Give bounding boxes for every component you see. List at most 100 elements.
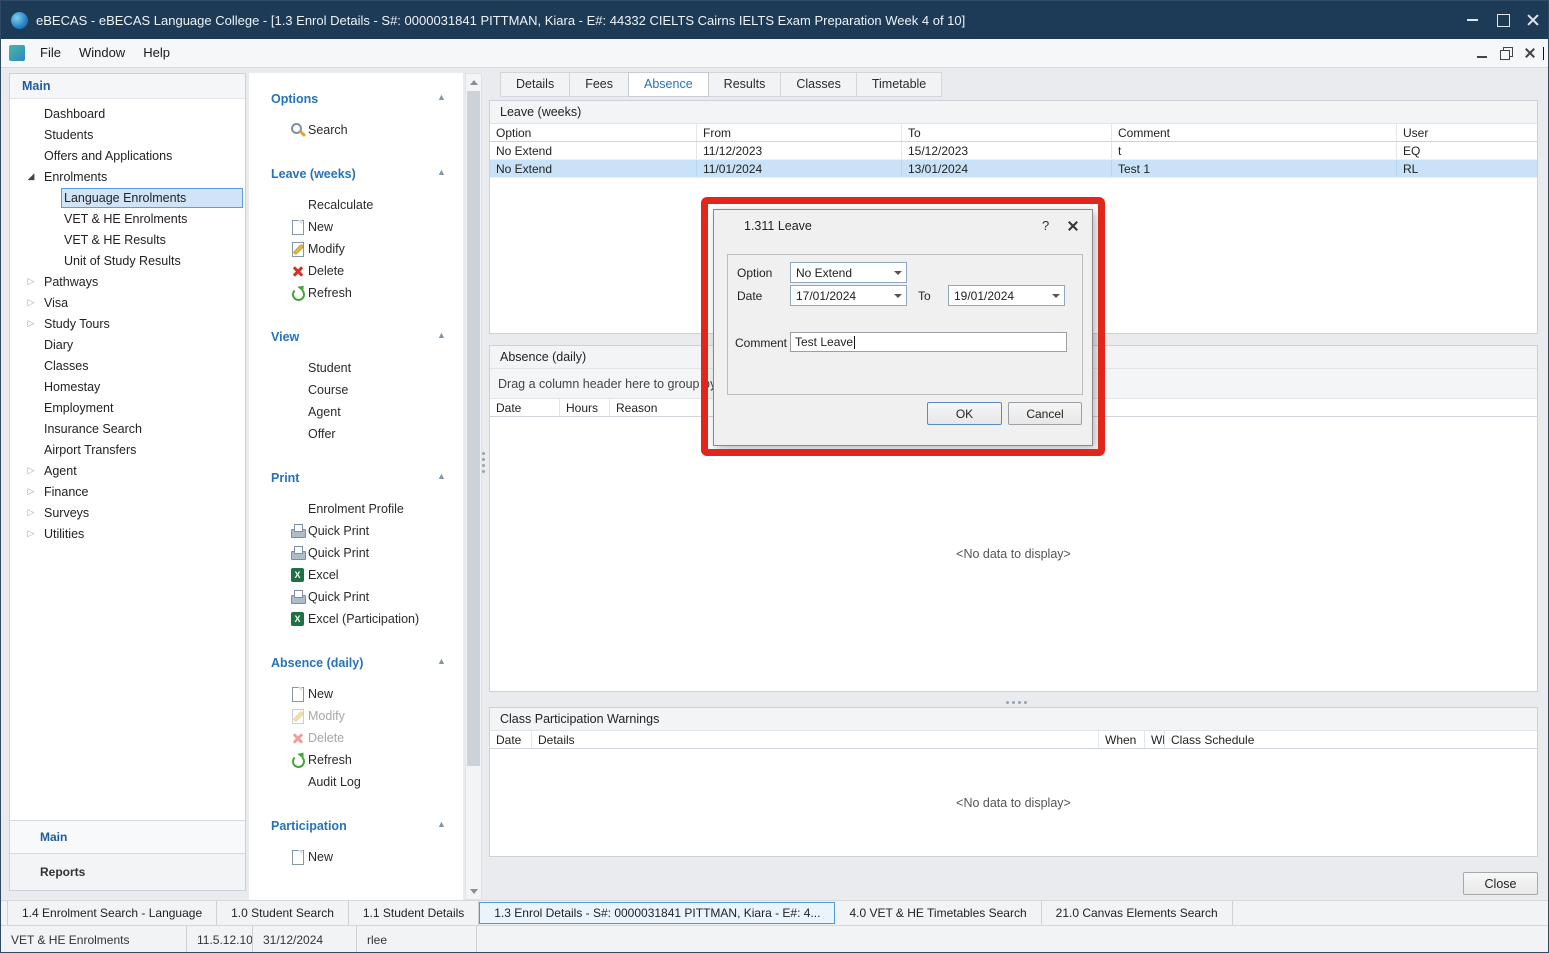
group-header-absence-daily[interactable]: Absence (daily) (249, 652, 463, 674)
taskbar-tab-student-details[interactable]: 1.1 Student Details (349, 901, 479, 925)
action-absence-refresh[interactable]: Refresh (249, 749, 463, 771)
tab-absence[interactable]: Absence (628, 72, 709, 97)
group-header-participation[interactable]: Participation (249, 815, 463, 837)
column-header-when[interactable]: When (1099, 731, 1145, 748)
column-header-hours[interactable]: Hours (560, 399, 610, 416)
action-leave-new[interactable]: New (249, 216, 463, 238)
action-audit-log[interactable]: Audit Log (249, 771, 463, 793)
scroll-up-icon[interactable] (466, 74, 481, 90)
sidebar-item-dashboard[interactable]: Dashboard (10, 103, 245, 124)
action-leave-delete[interactable]: Delete (249, 260, 463, 282)
menu-file[interactable]: File (31, 39, 70, 67)
taskbar-tab-canvas-elements[interactable]: 21.0 Canvas Elements Search (1042, 901, 1233, 925)
group-header-leave-weeks[interactable]: Leave (weeks) (249, 163, 463, 185)
collapsed-arrow-icon[interactable] (24, 465, 38, 476)
action-view-offer[interactable]: Offer (249, 423, 463, 445)
action-quick-print-2[interactable]: Quick Print (249, 542, 463, 564)
sidebar-item-homestay[interactable]: Homestay (10, 376, 245, 397)
taskbar-tab-vet-he-timetables[interactable]: 4.0 VET & HE Timetables Search (835, 901, 1041, 925)
sidebar-item-classes[interactable]: Classes (10, 355, 245, 376)
menu-help[interactable]: Help (134, 39, 179, 67)
date-to-picker[interactable]: 19/01/2024 (948, 285, 1065, 306)
action-recalculate[interactable]: Recalculate (249, 194, 463, 216)
action-participation-new[interactable]: New (249, 846, 463, 868)
taskbar-tab-enrol-details[interactable]: 1.3 Enrol Details - S#: 0000031841 PITTM… (479, 902, 835, 924)
sidebar-item-visa[interactable]: Visa (10, 292, 245, 313)
tab-classes[interactable]: Classes (780, 72, 856, 97)
action-quick-print-3[interactable]: Quick Print (249, 586, 463, 608)
action-view-course[interactable]: Course (249, 379, 463, 401)
sidebar-item-vet-he-results[interactable]: VET & HE Results (10, 229, 245, 250)
group-header-print[interactable]: Print (249, 467, 463, 489)
group-header-view[interactable]: View (249, 326, 463, 348)
tab-fees[interactable]: Fees (569, 72, 629, 97)
mdi-minimize-icon[interactable] (1470, 42, 1494, 64)
dialog-titlebar[interactable]: 1.311 Leave (714, 210, 1092, 242)
mdi-restore-icon[interactable] (1494, 42, 1518, 64)
table-row[interactable]: No Extend 11/12/2023 15/12/2023 t EQ (490, 142, 1537, 160)
maximize-icon[interactable] (1488, 1, 1518, 39)
group-header-options[interactable]: Options (249, 88, 463, 110)
expanded-arrow-icon[interactable] (24, 171, 38, 182)
tab-details[interactable]: Details (500, 72, 570, 97)
sidebar-item-unit-of-study-results[interactable]: Unit of Study Results (10, 250, 245, 271)
sidebar-item-utilities[interactable]: Utilities (10, 523, 245, 544)
help-icon[interactable] (1034, 214, 1058, 238)
sidebar-item-pathways[interactable]: Pathways (10, 271, 245, 292)
action-absence-new[interactable]: New (249, 683, 463, 705)
column-header-details[interactable]: Details (532, 731, 1099, 748)
collapsed-arrow-icon[interactable] (24, 297, 38, 308)
sidebar-section-main[interactable]: Main (10, 820, 245, 853)
tab-results[interactable]: Results (708, 72, 782, 97)
sidebar-item-vet-he-enrolments[interactable]: VET & HE Enrolments (10, 208, 245, 229)
sidebar-item-insurance-search[interactable]: Insurance Search (10, 418, 245, 439)
column-header-to[interactable]: To (902, 124, 1112, 141)
column-header-from[interactable]: From (697, 124, 902, 141)
column-header-user[interactable]: User (1397, 124, 1537, 141)
close-icon[interactable] (1058, 214, 1088, 238)
action-absence-modify[interactable]: Modify (249, 705, 463, 727)
action-search[interactable]: Search (249, 119, 463, 141)
sidebar-item-language-enrolments[interactable]: Language Enrolments (10, 187, 245, 208)
column-header-class-schedule[interactable]: Class Schedule (1165, 731, 1537, 748)
column-header-comment[interactable]: Comment (1112, 124, 1397, 141)
close-button[interactable]: Close (1463, 872, 1538, 895)
minimize-icon[interactable] (1458, 1, 1488, 39)
panel-splitter-grip[interactable] (481, 452, 486, 478)
sidebar-item-students[interactable]: Students (10, 124, 245, 145)
cancel-button[interactable]: Cancel (1008, 402, 1082, 425)
mdi-close-icon[interactable] (1518, 42, 1542, 64)
sidebar-section-reports[interactable]: Reports (10, 853, 245, 890)
action-absence-delete[interactable]: Delete (249, 727, 463, 749)
menu-window[interactable]: Window (70, 39, 134, 67)
action-excel-participation[interactable]: Excel (Participation) (249, 608, 463, 630)
sidebar-item-agent[interactable]: Agent (10, 460, 245, 481)
sidebar-item-offers-and-applications[interactable]: Offers and Applications (10, 145, 245, 166)
action-leave-modify[interactable]: Modify (249, 238, 463, 260)
action-view-agent[interactable]: Agent (249, 401, 463, 423)
column-header-date[interactable]: Date (490, 399, 560, 416)
collapsed-arrow-icon[interactable] (24, 318, 38, 329)
option-combobox[interactable]: No Extend (790, 262, 907, 283)
action-leave-refresh[interactable]: Refresh (249, 282, 463, 304)
scroll-down-icon[interactable] (466, 883, 481, 899)
sidebar-item-diary[interactable]: Diary (10, 334, 245, 355)
sidebar-item-finance[interactable]: Finance (10, 481, 245, 502)
tab-timetable[interactable]: Timetable (856, 72, 942, 97)
action-excel[interactable]: Excel (249, 564, 463, 586)
mdi-document-icon[interactable] (9, 45, 25, 61)
sidebar-item-study-tours[interactable]: Study Tours (10, 313, 245, 334)
column-header-option[interactable]: Option (490, 124, 697, 141)
collapsed-arrow-icon[interactable] (24, 528, 38, 539)
action-view-student[interactable]: Student (249, 357, 463, 379)
sidebar-item-enrolments[interactable]: Enrolments (10, 166, 245, 187)
collapsed-arrow-icon[interactable] (24, 507, 38, 518)
taskbar-tab-student-search[interactable]: 1.0 Student Search (217, 901, 349, 925)
comment-input[interactable]: Test Leave (790, 332, 1067, 352)
action-quick-print-1[interactable]: Quick Print (249, 520, 463, 542)
sidebar-item-airport-transfers[interactable]: Airport Transfers (10, 439, 245, 460)
action-print-enrolment-profile[interactable]: Enrolment Profile (249, 498, 463, 520)
collapsed-arrow-icon[interactable] (24, 276, 38, 287)
date-from-picker[interactable]: 17/01/2024 (790, 285, 907, 306)
column-header-wh[interactable]: Wh (1145, 731, 1165, 748)
